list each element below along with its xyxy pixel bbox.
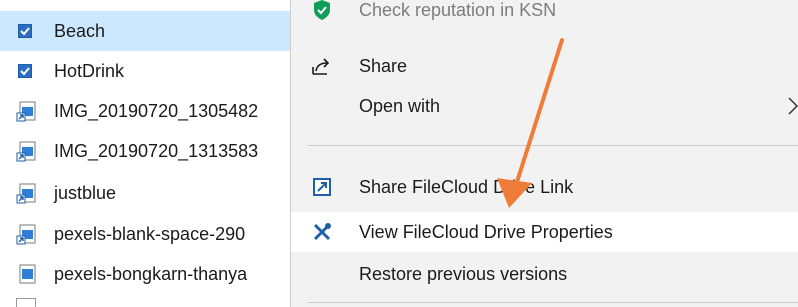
menu-label: Restore previous versions xyxy=(359,263,568,284)
file-row-pexels-bongkarn[interactable]: pexels-bongkarn-thanya xyxy=(0,254,300,294)
menu-label: Check reputation in KSN xyxy=(359,0,557,20)
partial-file-icon xyxy=(16,298,36,307)
image-file-icon xyxy=(16,224,36,245)
file-row-justblue[interactable]: justblue xyxy=(0,173,300,213)
menu-label: Open with xyxy=(359,95,441,116)
menu-item-share[interactable]: Share xyxy=(291,46,798,86)
file-list: Beach HotDrink IMG_20190720_1305482 IMG_… xyxy=(0,0,300,307)
file-row-beach[interactable]: Beach xyxy=(0,11,300,51)
filecloud-link-icon xyxy=(311,176,333,198)
context-menu: Check reputation in KSN Share Open with … xyxy=(290,0,798,307)
share-icon xyxy=(311,55,333,77)
file-row-img-1305482[interactable]: IMG_20190720_1305482 xyxy=(0,91,300,131)
chevron-right-icon xyxy=(788,97,798,115)
image-file-icon xyxy=(16,101,36,122)
menu-label: Share xyxy=(359,55,408,76)
menu-separator xyxy=(307,145,798,146)
menu-item-restore-previous-versions[interactable]: Restore previous versions xyxy=(291,254,798,294)
file-name: IMG_20190720_1313583 xyxy=(54,140,259,161)
file-row-hotdrink[interactable]: HotDrink xyxy=(0,51,300,91)
file-name: pexels-bongkarn-thanya xyxy=(54,263,248,284)
image-file-icon xyxy=(16,141,36,162)
kaspersky-shield-icon xyxy=(311,0,333,21)
menu-item-check-reputation[interactable]: Check reputation in KSN xyxy=(291,0,798,30)
file-row-pexels-blank-space[interactable]: pexels-blank-space-290 xyxy=(0,214,300,254)
file-name: IMG_20190720_1305482 xyxy=(54,100,259,121)
file-name: justblue xyxy=(54,182,117,203)
image-file-icon xyxy=(19,264,36,284)
tools-icon xyxy=(311,221,333,243)
menu-label: View FileCloud Drive Properties xyxy=(359,221,613,242)
file-row-img-1313583[interactable]: IMG_20190720_1313583 xyxy=(0,131,300,171)
menu-item-view-filecloud-properties[interactable]: View FileCloud Drive Properties xyxy=(291,212,798,252)
file-name: HotDrink xyxy=(54,60,125,81)
checkbox-checked-icon[interactable] xyxy=(18,24,32,38)
menu-label: Share FileCloud Drive Link xyxy=(359,176,574,197)
menu-item-share-filecloud-link[interactable]: Share FileCloud Drive Link xyxy=(291,167,798,207)
checkbox-checked-icon[interactable] xyxy=(18,64,32,78)
image-file-icon xyxy=(16,183,36,204)
file-name: pexels-blank-space-290 xyxy=(54,223,246,244)
menu-item-open-with[interactable]: Open with xyxy=(291,86,798,126)
menu-separator xyxy=(307,302,798,303)
file-name: Beach xyxy=(54,20,106,41)
